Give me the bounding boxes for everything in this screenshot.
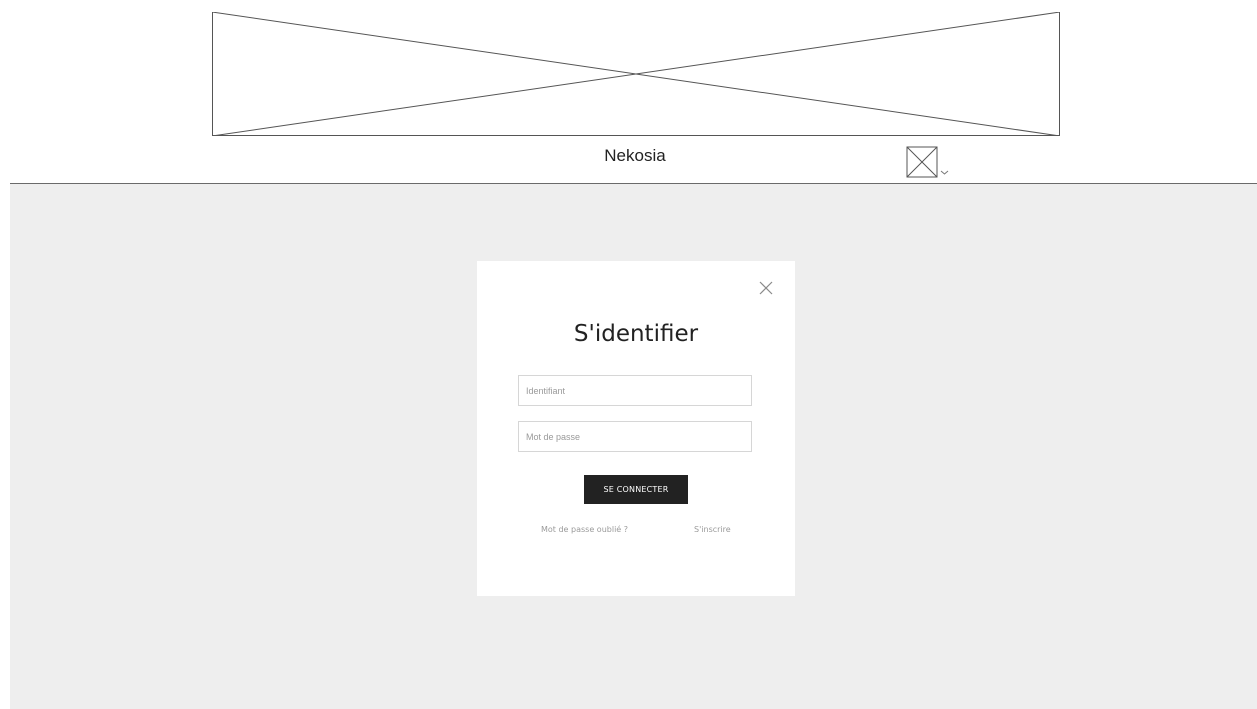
forgot-password-link[interactable]: Mot de passe oublié ? bbox=[541, 525, 628, 534]
login-button[interactable]: SE CONNECTER bbox=[584, 475, 688, 504]
chevron-down-icon bbox=[940, 170, 949, 175]
modal-title: S'identifier bbox=[573, 321, 699, 347]
login-input[interactable] bbox=[518, 375, 752, 406]
close-icon[interactable] bbox=[757, 279, 775, 297]
site-header: Nekosia bbox=[0, 0, 1257, 183]
page: Nekosia S'identifier Identifiant SE CONN… bbox=[0, 0, 1257, 709]
login-modal: S'identifier SE CONNECTER Mot de passe o… bbox=[477, 261, 795, 596]
account-menu-button[interactable] bbox=[906, 142, 954, 178]
register-link[interactable]: S'inscrire bbox=[694, 525, 731, 534]
brand-name[interactable]: Nekosia bbox=[560, 146, 710, 166]
image-placeholder-icon bbox=[906, 146, 938, 178]
banner-image-placeholder bbox=[212, 12, 1060, 136]
password-input[interactable] bbox=[518, 421, 752, 452]
